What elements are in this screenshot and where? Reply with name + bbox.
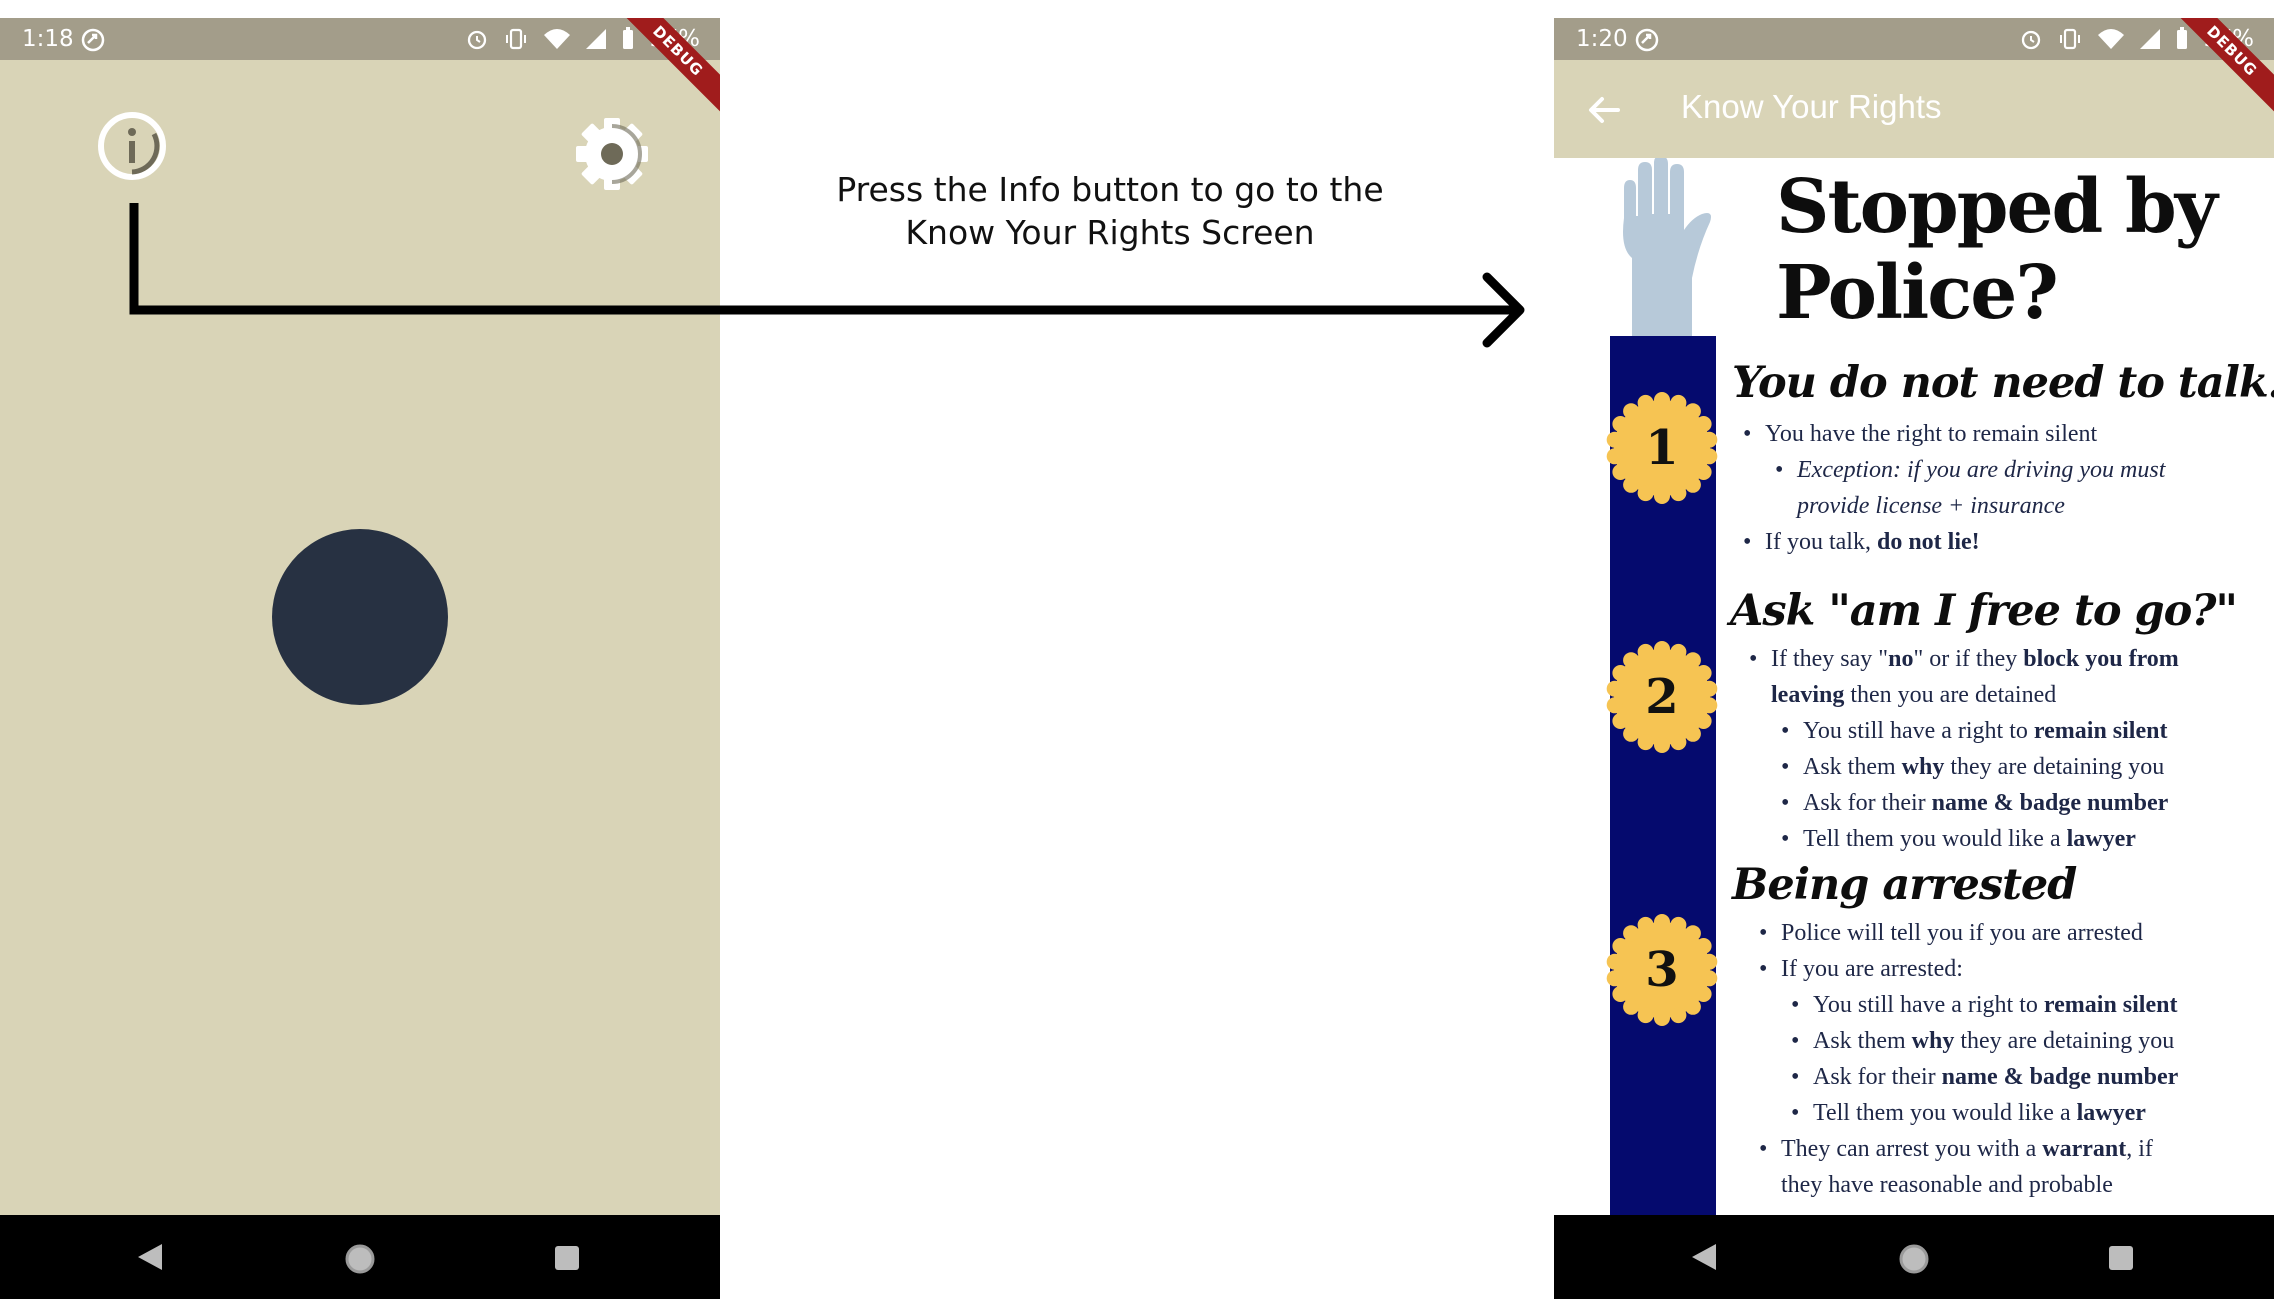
bullet-line: If you talk, do not lie!	[1743, 524, 1980, 560]
home-screen: 1:18 97% DEBUG	[0, 18, 720, 1299]
wifi-icon	[543, 29, 570, 49]
bullet-line-continued: leaving then you are detained	[1771, 682, 2057, 708]
signal-icon	[585, 29, 606, 49]
info-icon	[98, 112, 166, 180]
info-button[interactable]	[96, 110, 168, 182]
bullet-line: Exception: if you are driving you must	[1775, 452, 2165, 488]
gear-icon	[576, 118, 648, 190]
system-nav-bar	[0, 1215, 720, 1299]
bullet-line: Ask them why they are detaining you	[1781, 749, 2164, 785]
battery-icon	[622, 27, 633, 49]
bullet-line: If you are arrested:	[1759, 951, 1963, 987]
battery-icon	[2176, 27, 2187, 49]
alarm-icon	[467, 30, 487, 50]
bullet-line: Ask for their name & badge number	[1781, 785, 2168, 821]
annotation-caption: Press the Info button to go to the Know …	[760, 168, 1460, 254]
know-your-rights-screen: 1:20 97% Know Your Rights DEBUG Stopped …	[1554, 18, 2274, 1299]
hero-title-line-2: Police?	[1776, 250, 2059, 336]
section-title: Being arrested	[1732, 860, 2077, 910]
triangle-back-icon[interactable]	[136, 1242, 166, 1272]
raised-hand-icon	[1623, 158, 1711, 338]
bullet-line-continued: provide license + insurance	[1797, 493, 2065, 519]
system-nav-bar	[1554, 1215, 2274, 1299]
step-badge: 1	[1604, 390, 1720, 506]
step-badge: 2	[1604, 639, 1720, 755]
app-bar-title: Know Your Rights	[1681, 88, 1942, 125]
wifi-icon	[2097, 29, 2124, 49]
vibrate-icon	[505, 28, 526, 50]
bullet-line: You still have a right to remain silent	[1791, 987, 2177, 1023]
circle-home-icon[interactable]	[343, 1242, 377, 1276]
circle-home-icon[interactable]	[1897, 1242, 1931, 1276]
hero-title: Stopped by Police?	[1776, 164, 2218, 336]
bullet-line: If they say "no" or if they block you fr…	[1749, 641, 2179, 677]
app-bar: Know Your Rights	[1554, 60, 2274, 158]
settings-button[interactable]	[572, 114, 652, 194]
step-number: 1	[1645, 420, 1679, 476]
bullet-line: Ask them why they are detaining you	[1791, 1023, 2174, 1059]
triangle-back-icon[interactable]	[1690, 1242, 1720, 1272]
bullet-line: Police will tell you if you are arrested	[1759, 915, 2143, 951]
status-time: 1:18	[22, 26, 74, 52]
status-time: 1:20	[1576, 26, 1628, 52]
bullet-line: You still have a right to remain silent	[1781, 713, 2167, 749]
step-number: 2	[1645, 669, 1679, 725]
hero-title-line-1: Stopped by	[1776, 164, 2218, 250]
sync-icon	[81, 28, 105, 52]
rights-infographic: Stopped by Police? 1 2 3 You do not need…	[1554, 158, 2274, 1215]
bullet-line: Ask for their name & badge number	[1791, 1059, 2178, 1095]
signal-icon	[2139, 29, 2160, 49]
sync-icon	[1635, 28, 1659, 52]
arrow-back-icon[interactable]	[1584, 90, 1624, 130]
status-bar: 1:18 97%	[0, 18, 720, 60]
status-bar: 1:20 97%	[1554, 18, 2274, 60]
annotation-line-2: Know Your Rights Screen	[905, 213, 1315, 252]
bullet-line: They can arrest you with a warrant, if	[1759, 1131, 2153, 1167]
vibrate-icon	[2059, 28, 2080, 50]
bullet-line: You have the right to remain silent	[1743, 416, 2097, 452]
section-title: Ask "am I free to go?"	[1730, 586, 2238, 636]
step-badge: 3	[1604, 912, 1720, 1028]
annotation-line-1: Press the Info button to go to the	[836, 170, 1384, 209]
bullet-line: Tell them you would like a lawyer	[1791, 1095, 2146, 1131]
step-number: 3	[1645, 942, 1679, 998]
record-button[interactable]	[272, 529, 448, 705]
square-recents-icon[interactable]	[2108, 1245, 2134, 1271]
bullet-line: Tell them you would like a lawyer	[1781, 821, 2136, 857]
alarm-icon	[2021, 30, 2041, 50]
section-title: You do not need to talk!	[1732, 358, 2274, 408]
bullet-line-continued: they have reasonable and probable	[1781, 1172, 2113, 1198]
square-recents-icon[interactable]	[554, 1245, 580, 1271]
